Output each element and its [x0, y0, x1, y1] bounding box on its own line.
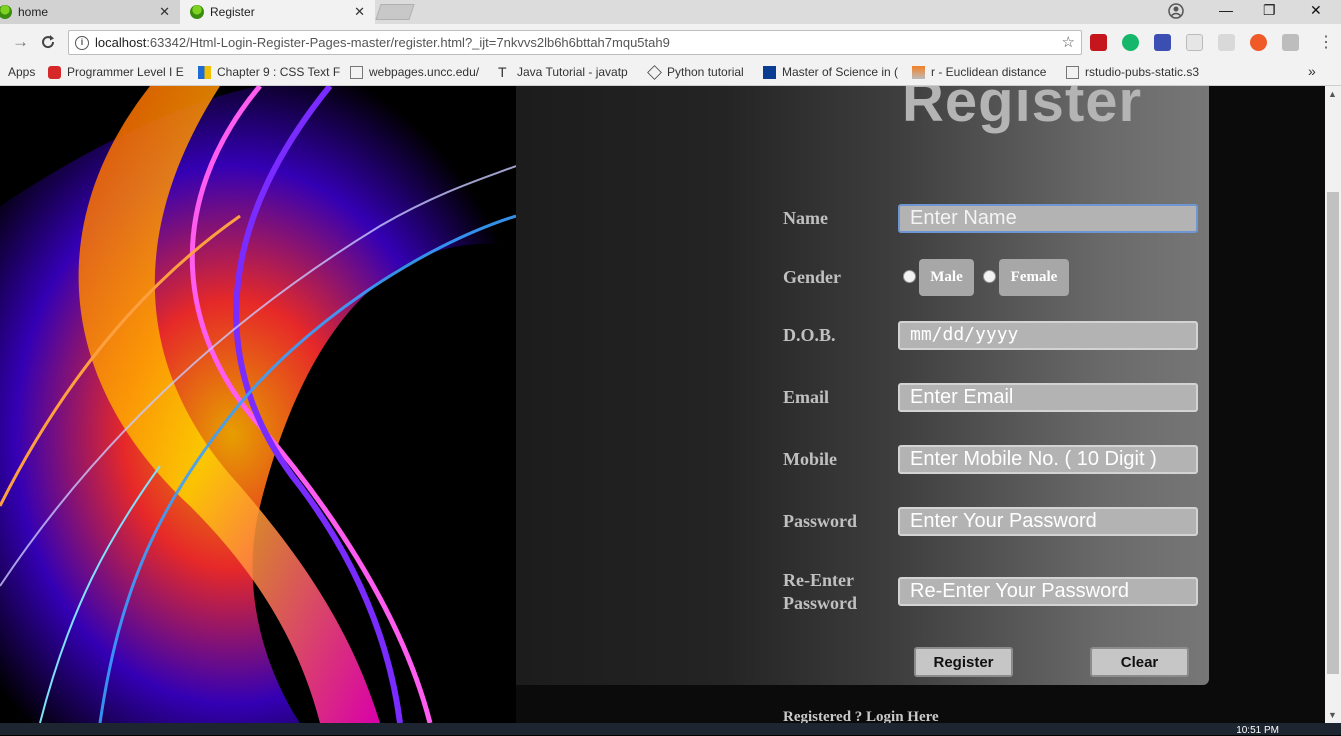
- tab-register[interactable]: Register ✕: [180, 0, 375, 24]
- bookmark-item[interactable]: Programmer Level I E: [48, 65, 184, 79]
- bookmark-label: r - Euclidean distance: [931, 65, 1047, 79]
- bookmark-item[interactable]: T Java Tutorial - javatp: [498, 63, 628, 80]
- bookmark-favicon-icon: [763, 65, 776, 79]
- register-form-panel: Register Name Enter Name Gender Male Fem…: [516, 86, 1209, 685]
- bookmark-favicon-icon: [48, 65, 61, 79]
- scrollbar-thumb[interactable]: [1327, 192, 1339, 674]
- password-input[interactable]: Enter Your Password: [898, 507, 1198, 536]
- bookmarks-bar: Apps Programmer Level I E Chapter 9 : CS…: [0, 60, 1341, 86]
- bookmark-label: Chapter 9 : CSS Text F: [217, 65, 341, 79]
- scroll-up-icon[interactable]: ▲: [1328, 89, 1337, 99]
- bookmark-label: rstudio-pubs-static.s3: [1085, 65, 1200, 79]
- bookmark-item[interactable]: Master of Science in (: [763, 65, 898, 79]
- mobile-label: Mobile: [783, 449, 837, 469]
- clear-button[interactable]: Clear: [1090, 647, 1189, 677]
- back-arrow-icon[interactable]: →: [12, 32, 29, 52]
- bookmark-label: Java Tutorial - javatp: [517, 65, 628, 79]
- address-bar[interactable]: i localhost :63342/Html-Login-Register-P…: [68, 30, 1082, 55]
- extension-cube-icon[interactable]: [1282, 34, 1299, 51]
- gender-label: Gender: [783, 267, 841, 287]
- extension-grammarly-icon[interactable]: [1122, 34, 1139, 51]
- taskbar-clock: 10:51 PM: [1236, 725, 1279, 736]
- diamond-icon: [647, 64, 662, 80]
- page-icon: [350, 65, 363, 79]
- bookmark-label: Python tutorial: [667, 65, 744, 79]
- new-tab-button[interactable]: [375, 4, 415, 20]
- reenter-password-label: Re-Enter Password: [783, 569, 857, 615]
- login-link[interactable]: Registered ? Login Here: [783, 709, 939, 723]
- url-path: :63342/Html-Login-Register-Pages-master/…: [146, 35, 670, 50]
- os-taskbar: 10:51 PM: [0, 723, 1341, 736]
- bookmark-label: Programmer Level I E: [67, 65, 184, 79]
- bookmark-apps[interactable]: Apps: [8, 65, 35, 79]
- reenter-label-line1: Re-Enter: [783, 570, 854, 590]
- reload-icon[interactable]: [40, 34, 56, 50]
- extension-shield-icon[interactable]: [1250, 34, 1267, 51]
- bookmark-label: Apps: [8, 65, 36, 79]
- email-input[interactable]: Enter Email: [898, 383, 1198, 412]
- register-button[interactable]: Register: [914, 647, 1013, 677]
- extension-pdf-icon[interactable]: [1218, 34, 1235, 51]
- bookmark-label: webpages.uncc.edu/: [369, 65, 480, 79]
- extension-zotero-icon[interactable]: [1154, 34, 1171, 51]
- bookmark-item[interactable]: webpages.uncc.edu/: [350, 65, 479, 79]
- male-radio[interactable]: [903, 270, 916, 283]
- name-input[interactable]: Enter Name: [898, 204, 1198, 233]
- dob-label: D.O.B.: [783, 325, 836, 345]
- close-window-button[interactable]: ✕: [1310, 2, 1322, 19]
- bookmark-star-icon[interactable]: ☆: [1062, 33, 1075, 51]
- page-favicon-icon: [190, 5, 204, 19]
- email-label: Email: [783, 387, 830, 407]
- minimize-button[interactable]: —: [1219, 2, 1233, 18]
- extension-bracket-icon[interactable]: [1186, 34, 1203, 51]
- page-scrollbar[interactable]: ▲ ▼: [1325, 86, 1341, 723]
- bookmarks-overflow-button[interactable]: »: [1308, 63, 1316, 79]
- scroll-down-icon[interactable]: ▼: [1328, 710, 1337, 720]
- reenter-password-input[interactable]: Re-Enter Your Password: [898, 577, 1198, 606]
- name-label: Name: [783, 208, 828, 228]
- reenter-label-line2: Password: [783, 593, 858, 613]
- bookmark-favicon-icon: [198, 65, 211, 79]
- abstract-background-image: [0, 86, 517, 723]
- close-tab-icon[interactable]: ✕: [159, 4, 170, 20]
- tab-strip: home ✕ Register ✕ — ❐ ✕: [0, 0, 1341, 24]
- male-option[interactable]: Male: [919, 259, 974, 296]
- close-tab-icon[interactable]: ✕: [354, 4, 365, 20]
- menu-kebab-icon[interactable]: ⋮: [1318, 32, 1334, 52]
- text-t-icon: T: [498, 63, 507, 80]
- info-icon[interactable]: i: [75, 35, 89, 50]
- tab-title: home: [18, 5, 49, 19]
- bookmark-item[interactable]: Chapter 9 : CSS Text F: [198, 65, 340, 79]
- password-label: Password: [783, 511, 858, 531]
- mobile-input[interactable]: Enter Mobile No. ( 10 Digit ): [898, 445, 1198, 474]
- bookmark-item[interactable]: r - Euclidean distance: [912, 65, 1046, 79]
- page-icon: [1066, 65, 1079, 79]
- url-host: localhost: [95, 35, 147, 50]
- browser-toolbar: → i localhost :63342/Html-Login-Register…: [0, 24, 1341, 60]
- tab-title: Register: [210, 5, 255, 19]
- female-radio[interactable]: [983, 270, 996, 283]
- restore-button[interactable]: ❐: [1263, 2, 1276, 19]
- tab-home[interactable]: home ✕: [0, 0, 180, 24]
- profile-icon[interactable]: [1168, 3, 1184, 19]
- extension-myshop-icon[interactable]: [1090, 34, 1107, 51]
- bookmark-item[interactable]: rstudio-pubs-static.s3: [1066, 65, 1199, 79]
- stackoverflow-icon: [912, 65, 925, 79]
- page-favicon-icon: [0, 5, 12, 19]
- bookmark-item[interactable]: Python tutorial: [647, 64, 744, 80]
- dob-input[interactable]: mm/dd/yyyy: [898, 321, 1198, 350]
- female-option[interactable]: Female: [999, 259, 1069, 296]
- page-title: Register: [902, 86, 1143, 134]
- bookmark-label: Master of Science in (: [782, 65, 899, 79]
- page-content: Register Name Enter Name Gender Male Fem…: [0, 86, 1325, 723]
